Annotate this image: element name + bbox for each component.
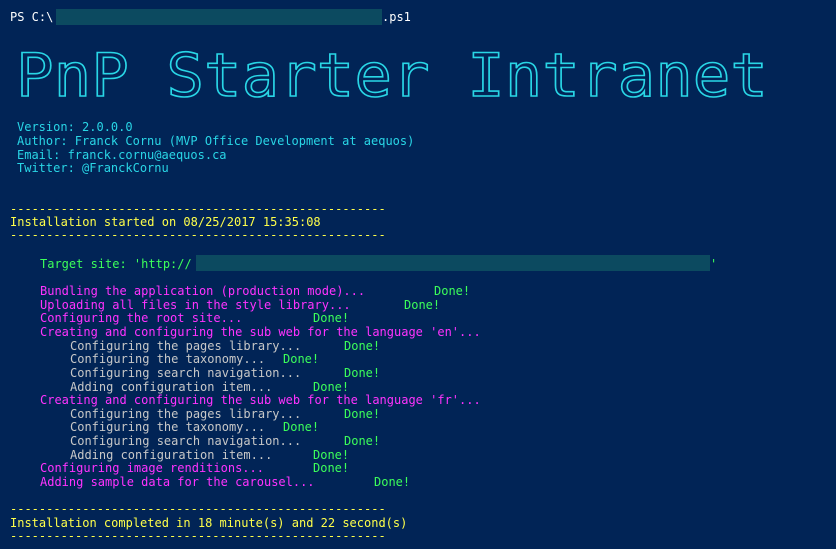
ascii-banner-text: PnP Starter Intranet	[16, 41, 768, 110]
substep-text: Configuring the taxonomy...	[70, 352, 266, 366]
step-done: Done!	[344, 434, 381, 448]
step-done: Done!	[344, 339, 381, 353]
ascii-banner: PnP Starter Intranet	[16, 40, 768, 110]
step-text: Adding sample data for the carousel...	[40, 475, 315, 489]
step-done: Done!	[313, 461, 350, 475]
prompt-prefix: PS C:\	[10, 10, 54, 24]
prompt-suffix: .ps1	[382, 10, 411, 24]
twitter-line: Twitter: @FranckCornu	[17, 161, 169, 175]
author-line: Author: Franck Cornu (MVP Office Develop…	[17, 134, 415, 148]
step-done: Done!	[434, 284, 471, 298]
target-site-prefix: Target site: 'http://	[40, 257, 192, 271]
redacted-path	[56, 9, 382, 25]
step-text: Creating and configuring the sub web for…	[40, 325, 481, 339]
version-line: Version: 2.0.0.0	[17, 120, 133, 134]
step-text: Bundling the application (production mod…	[40, 284, 366, 298]
step-done: Done!	[404, 298, 441, 312]
step-text: Creating and configuring the sub web for…	[40, 393, 481, 407]
separator-bottom-2: ----------------------------------------…	[10, 529, 386, 543]
step-text: Configuring image renditions...	[40, 461, 264, 475]
step-done: Done!	[283, 420, 320, 434]
step-done: Done!	[374, 475, 411, 489]
step-done: Done!	[313, 311, 350, 325]
separator-top-2: ----------------------------------------…	[10, 228, 386, 242]
step-text: Configuring the root site...	[40, 311, 243, 325]
substep-text: Configuring search navigation...	[70, 434, 302, 448]
target-site-suffix: '	[710, 257, 718, 271]
substep-text: Configuring the taxonomy...	[70, 420, 266, 434]
step-done: Done!	[283, 352, 320, 366]
separator-bottom: ----------------------------------------…	[10, 502, 386, 516]
substep-text: Configuring search navigation...	[70, 366, 302, 380]
redacted-url	[196, 255, 710, 271]
step-done: Done!	[344, 366, 381, 380]
step-done: Done!	[344, 407, 381, 421]
